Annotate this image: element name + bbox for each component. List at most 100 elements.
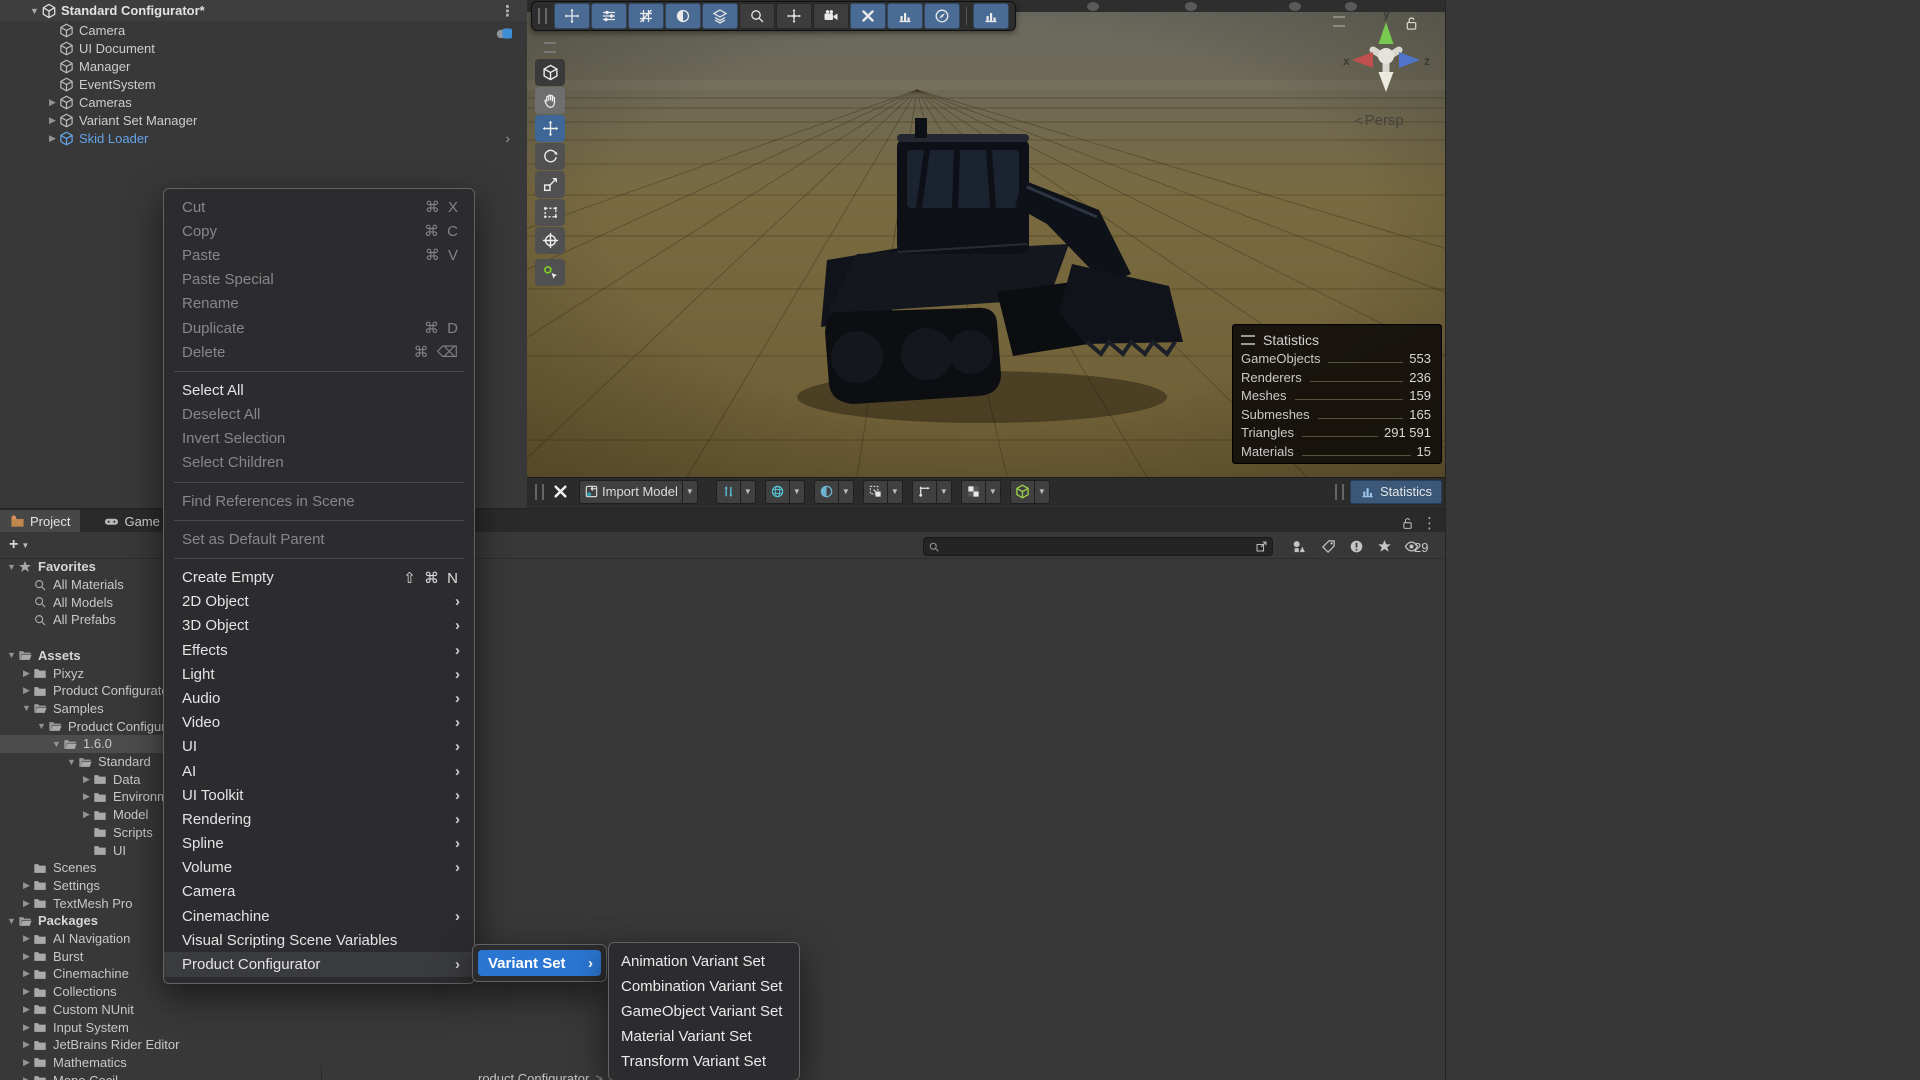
menu-item-visual-scripting-scene-variables[interactable]: Visual Scripting Scene Variables [164, 928, 474, 952]
import-model-dropdown[interactable]: ▼ [683, 480, 698, 504]
tree-item-packages[interactable]: ▼Packages [0, 912, 98, 930]
tree-item-burst[interactable]: ▶Burst [0, 947, 83, 965]
menu-item-effects[interactable]: Effects› [164, 638, 474, 662]
tool-hand-icon[interactable] [535, 87, 565, 114]
search-input[interactable] [940, 539, 1255, 555]
menu-item-combination-variant-set[interactable]: Combination Variant Set [609, 974, 799, 999]
pixyz-sphere-mesh-icon-dropdown[interactable]: ▼ [790, 480, 805, 504]
tool-transform-icon[interactable] [535, 227, 565, 254]
scene-expander[interactable]: ▼ [28, 6, 41, 16]
tool-custom-tool-icon[interactable] [535, 259, 565, 286]
menu-item-select-children[interactable]: Select Children [164, 451, 474, 475]
open-external-icon[interactable] [1255, 540, 1268, 553]
tree-item-samples[interactable]: ▼Samples [0, 700, 104, 718]
tree-item-product-configurator[interactable]: ▼Product Configurator [0, 717, 188, 735]
tree-item-environment[interactable]: ▶Environment [0, 788, 186, 806]
pixyz-updown-arrows-icon[interactable] [716, 480, 741, 504]
tree-content-divider[interactable] [321, 1066, 322, 1080]
menu-item-copy[interactable]: Copy⌘ C [164, 219, 474, 243]
tab-game[interactable]: Game [94, 510, 169, 532]
toolbar-drag-handle[interactable] [538, 8, 547, 24]
menu-item-rename[interactable]: Rename [164, 292, 474, 316]
pixyz-grid-select-icon[interactable] [863, 480, 888, 504]
tree-item-product-configurator[interactable]: ▶Product Configurator [0, 682, 173, 700]
menu-item-deselect-all[interactable]: Deselect All [164, 403, 474, 427]
menu-item-ui-toolkit[interactable]: UI Toolkit› [164, 783, 474, 807]
menu-item-volume[interactable]: Volume› [164, 856, 474, 880]
hierarchy-kebab-menu-icon[interactable]: ⋮ [500, 2, 515, 20]
pixyz-sphere-mesh-icon[interactable] [765, 480, 790, 504]
scene-toolbar-compass-icon[interactable] [924, 3, 960, 29]
scene-toolbar-moon-icon[interactable] [665, 3, 701, 29]
pixyz-move-arrow-icon[interactable] [912, 480, 937, 504]
tool-rect-tool-icon[interactable] [535, 199, 565, 226]
scene-toolbar-x-cross-icon[interactable] [850, 3, 886, 29]
scene-gizmo[interactable]: y x z [1342, 8, 1430, 100]
menu-item-rendering[interactable]: Rendering› [164, 807, 474, 831]
tree-item-model[interactable]: ▶Model [0, 806, 148, 824]
stats-button-drag-handle[interactable] [1335, 484, 1344, 500]
tree-item-pixyz[interactable]: ▶Pixyz [0, 664, 84, 682]
tree-item-scenes[interactable]: Scenes [0, 859, 96, 877]
tree-item-textmesh-pro[interactable]: ▶TextMesh Pro [0, 894, 132, 912]
menu-item-set-as-default-parent[interactable]: Set as Default Parent [164, 527, 474, 551]
hierarchy-item-eventsystem[interactable]: EventSystem [0, 75, 520, 93]
menu-item-paste-special[interactable]: Paste Special [164, 268, 474, 292]
tree-item-mathematics[interactable]: ▶Mathematics [0, 1054, 127, 1072]
search-by-type-icon[interactable] [1292, 539, 1307, 554]
menu-item-transform-variant-set[interactable]: Transform Variant Set [609, 1049, 799, 1074]
panel-lock-icon[interactable] [1401, 517, 1414, 530]
tab-project[interactable]: Project [0, 510, 80, 532]
pixyz-half-circle-icon[interactable] [814, 480, 839, 504]
tree-item-all-models[interactable]: All Models [0, 593, 113, 611]
tree-item-custom-nunit[interactable]: ▶Custom NUnit [0, 1001, 134, 1019]
bottom-toolbar-drag-handle[interactable] [535, 484, 544, 500]
pixyz-green-cube-icon-dropdown[interactable]: ▼ [1035, 480, 1050, 504]
menu-item-audio[interactable]: Audio› [164, 686, 474, 710]
tool-scale-icon[interactable] [535, 171, 565, 198]
create-asset-button[interactable]: + [9, 536, 18, 554]
hierarchy-item-ui-document[interactable]: UI Document [0, 39, 520, 57]
tools-drag-handle[interactable] [544, 42, 556, 53]
menu-item-delete[interactable]: Delete⌘ ⌫ [164, 340, 474, 364]
scene-toolbar-sliders-icon[interactable] [591, 3, 627, 29]
scene-toolbar-grid-hash-icon[interactable] [628, 3, 664, 29]
scene-toolbar-move3d-icon[interactable] [776, 3, 812, 29]
menu-item-ai[interactable]: AI› [164, 759, 474, 783]
menu-item-product-configurator[interactable]: Product Configurator› [164, 952, 474, 976]
tree-item-cinemachine[interactable]: ▶Cinemachine [0, 965, 129, 983]
menu-item-camera[interactable]: Camera [164, 880, 474, 904]
pixyz-x-icon[interactable] [552, 483, 569, 500]
scene-toolbar-bars-icon[interactable] [973, 3, 1009, 29]
tool-rotate-icon[interactable] [535, 143, 565, 170]
tree-item-collections[interactable]: ▶Collections [0, 983, 117, 1001]
menu-item-variant-set[interactable]: Variant Set › [478, 950, 601, 976]
scene-toolbar-bars-icon[interactable] [887, 3, 923, 29]
scene-toolbar-search-icon[interactable] [739, 3, 775, 29]
menu-item-cinemachine[interactable]: Cinemachine› [164, 904, 474, 928]
project-kebab-menu-icon[interactable]: ⋮ [1422, 514, 1437, 532]
menu-item-animation-variant-set[interactable]: Animation Variant Set [609, 949, 799, 974]
menu-item-invert-selection[interactable]: Invert Selection [164, 427, 474, 451]
stats-drag-handle-icon[interactable] [1241, 335, 1255, 345]
scene-toolbar-pan-icon[interactable] [554, 3, 590, 29]
menu-item-material-variant-set[interactable]: Material Variant Set [609, 1024, 799, 1049]
prefab-open-chevron[interactable]: › [505, 130, 510, 146]
pixyz-checker-icon-dropdown[interactable]: ▼ [986, 480, 1001, 504]
tree-item-settings[interactable]: ▶Settings [0, 877, 100, 895]
menu-item-cut[interactable]: Cut⌘ X [164, 195, 474, 219]
hierarchy-item-camera[interactable]: Camera [0, 21, 520, 39]
pixyz-half-circle-icon-dropdown[interactable]: ▼ [839, 480, 854, 504]
perspective-toggle[interactable]: < Persp [1355, 112, 1404, 129]
tree-item-all-materials[interactable]: All Materials [0, 576, 124, 594]
tree-item-scripts[interactable]: Scripts [0, 824, 153, 842]
tree-item-all-prefabs[interactable]: All Prefabs [0, 611, 116, 629]
statistics-toggle-button[interactable]: Statistics [1350, 480, 1442, 504]
menu-item-spline[interactable]: Spline› [164, 832, 474, 856]
hierarchy-item-cameras[interactable]: ▶Cameras [0, 93, 520, 111]
menu-item-3d-object[interactable]: 3D Object› [164, 614, 474, 638]
menu-item-find-references-in-scene[interactable]: Find References in Scene [164, 489, 474, 513]
pixyz-grid-select-icon-dropdown[interactable]: ▼ [888, 480, 903, 504]
menu-item-light[interactable]: Light› [164, 662, 474, 686]
search-by-label-icon[interactable] [1321, 539, 1336, 554]
